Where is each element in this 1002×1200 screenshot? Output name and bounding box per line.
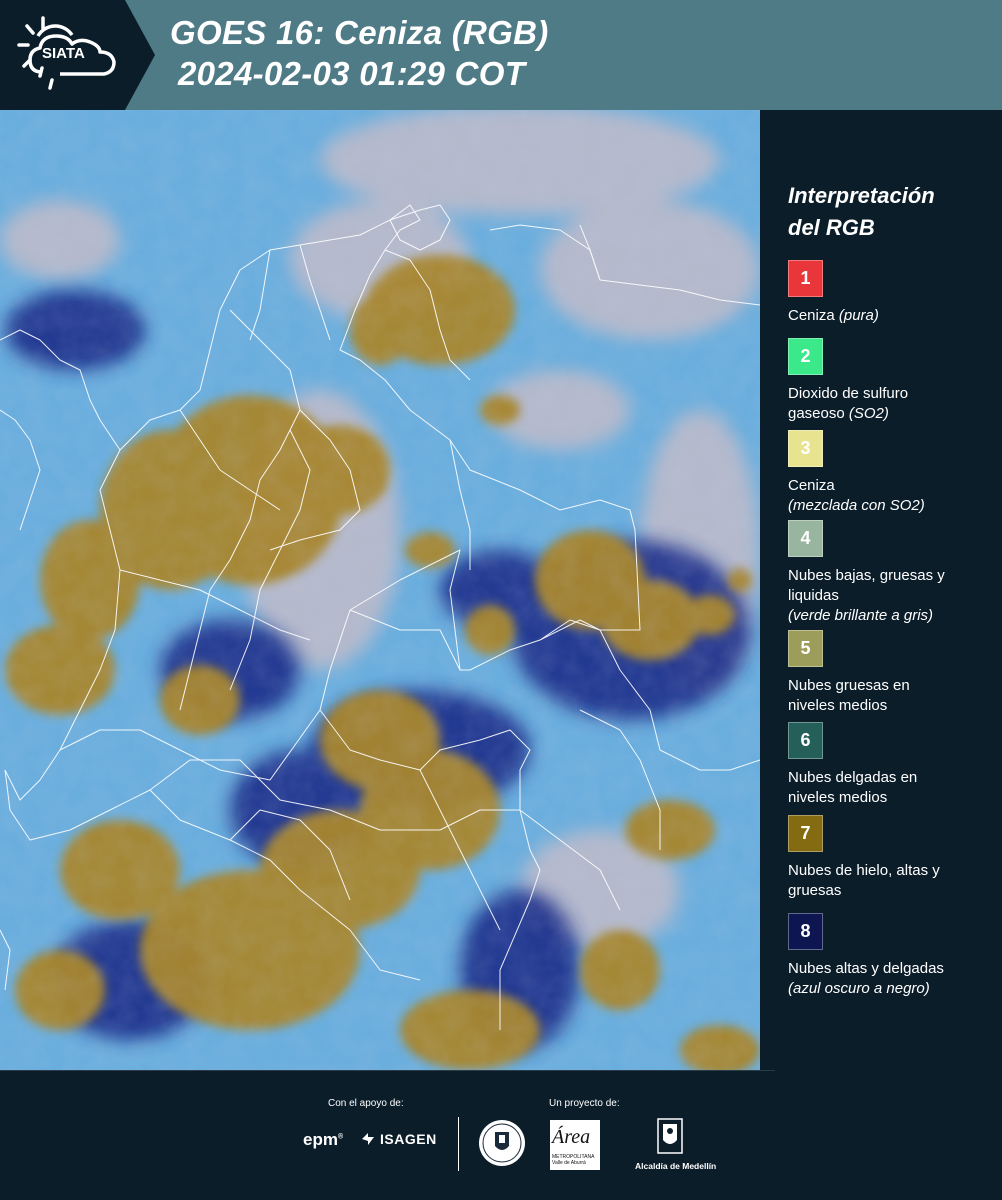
legend-item-3: 3 Ceniza (mezclada con SO2) bbox=[788, 430, 998, 516]
logo-text: SIATA bbox=[42, 45, 85, 62]
legend-label: Ceniza (pura) bbox=[788, 306, 998, 326]
amva-sub-line2: Valle de Aburrá bbox=[552, 1160, 586, 1166]
legend-label-text: Nubes gruesas en niveles medios bbox=[788, 677, 910, 714]
legend-note: (mezclada con SO2) bbox=[788, 497, 925, 514]
page: SIATA GOES 16: Ceniza (RGB) 2024-02-03 0… bbox=[0, 0, 1002, 1200]
legend-swatch: 1 bbox=[788, 260, 823, 297]
legend-item-6: 6 Nubes delgadas en niveles medios bbox=[788, 722, 998, 808]
legend-item-1: 1 Ceniza (pura) bbox=[788, 260, 998, 326]
antioquia-seal-icon bbox=[477, 1118, 527, 1173]
legend-label: Nubes delgadas en niveles medios bbox=[788, 768, 943, 808]
legend-swatch: 3 bbox=[788, 430, 823, 467]
legend-panel: Interpretación del RGB 1 Ceniza (pura) 2… bbox=[760, 110, 1002, 1070]
legend-swatch: 4 bbox=[788, 520, 823, 557]
legend-swatch: 8 bbox=[788, 913, 823, 950]
amva-logo-subtitle: METROPOLITANA Valle de Aburrá bbox=[552, 1154, 594, 1166]
legend-number: 4 bbox=[800, 528, 811, 548]
isagen-logo-text: ISAGEN bbox=[380, 1131, 437, 1147]
legend-label: Nubes de hielo, altas y gruesas bbox=[788, 861, 968, 901]
legend-label-text: Nubes de hielo, altas y gruesas bbox=[788, 862, 940, 899]
footer-vertical-divider bbox=[458, 1117, 459, 1171]
isagen-logo: ISAGEN bbox=[360, 1131, 437, 1147]
legend-item-8: 8 Nubes altas y delgadas (azul oscuro a n… bbox=[788, 913, 998, 999]
legend-label: Dioxido de sulfuro gaseoso (SO2) bbox=[788, 384, 968, 424]
legend-label-text: Ceniza bbox=[788, 307, 835, 324]
legend-note: (azul oscuro a negro) bbox=[788, 980, 930, 997]
epm-logo-text: epm bbox=[303, 1130, 338, 1149]
legend-swatch: 7 bbox=[788, 815, 823, 852]
legend-note: (SO2) bbox=[848, 405, 889, 422]
area-metropolitana-logo: Área METROPOLITANA Valle de Aburrá bbox=[550, 1120, 600, 1170]
project-label: Un proyecto de: bbox=[549, 1098, 620, 1109]
legend-label-text: Nubes altas y delgadas bbox=[788, 960, 944, 977]
legend-item-2: 2 Dioxido de sulfuro gaseoso (SO2) bbox=[788, 338, 998, 424]
legend-note: (verde brillante a gris) bbox=[788, 607, 934, 624]
legend-label-text: Nubes delgadas en niveles medios bbox=[788, 769, 918, 806]
amva-logo-text: Área bbox=[552, 1126, 591, 1148]
alcaldia-medellin-logo: Alcaldía de Medellín bbox=[635, 1118, 717, 1171]
legend-swatch: 2 bbox=[788, 338, 823, 375]
legend-label: Ceniza (mezclada con SO2) bbox=[788, 476, 998, 516]
legend-note: (pura) bbox=[838, 307, 879, 324]
legend-number: 3 bbox=[800, 438, 811, 458]
legend-swatch: 5 bbox=[788, 630, 823, 667]
legend-label: Nubes bajas, gruesas y liquidas (verde br… bbox=[788, 566, 973, 626]
legend-item-4: 4 Nubes bajas, gruesas y liquidas (verde … bbox=[788, 520, 998, 626]
satellite-image bbox=[0, 110, 760, 1070]
legend-number: 2 bbox=[800, 346, 811, 366]
support-label: Con el apoyo de: bbox=[328, 1098, 404, 1109]
legend-number: 8 bbox=[800, 921, 811, 941]
header-bar: SIATA GOES 16: Ceniza (RGB) 2024-02-03 0… bbox=[0, 0, 1002, 110]
medellin-shield-icon bbox=[657, 1118, 683, 1154]
map-title: GOES 16: Ceniza (RGB) bbox=[170, 14, 549, 51]
alcaldia-text: Alcaldía de Medellín bbox=[635, 1161, 717, 1171]
legend-title-line1: Interpretación bbox=[788, 183, 935, 208]
legend-item-5: 5 Nubes gruesas en niveles medios bbox=[788, 630, 998, 716]
legend-swatch: 6 bbox=[788, 722, 823, 759]
legend-label-text: Nubes bajas, gruesas y liquidas bbox=[788, 567, 945, 604]
legend-number: 7 bbox=[800, 823, 811, 843]
legend-item-7: 7 Nubes de hielo, altas y gruesas bbox=[788, 815, 998, 901]
footer: Con el apoyo de: Un proyecto de: epm® IS… bbox=[0, 1070, 1002, 1200]
legend-number: 5 bbox=[800, 638, 811, 658]
legend-label: Nubes altas y delgadas (azul oscuro a neg… bbox=[788, 959, 998, 999]
legend-number: 1 bbox=[800, 268, 811, 288]
legend-title-line2: del RGB bbox=[788, 215, 875, 240]
footer-divider bbox=[0, 1070, 775, 1071]
satellite-map bbox=[0, 110, 760, 1070]
legend-title: Interpretación del RGB bbox=[788, 180, 998, 244]
siata-logo: SIATA bbox=[0, 0, 155, 110]
legend-label-text: Ceniza bbox=[788, 477, 835, 494]
legend-number: 6 bbox=[800, 730, 811, 750]
legend-label: Nubes gruesas en niveles medios bbox=[788, 676, 938, 716]
map-timestamp: 2024-02-03 01:29 COT bbox=[178, 55, 526, 92]
epm-logo: epm® bbox=[303, 1130, 344, 1149]
isagen-icon bbox=[362, 1133, 374, 1145]
